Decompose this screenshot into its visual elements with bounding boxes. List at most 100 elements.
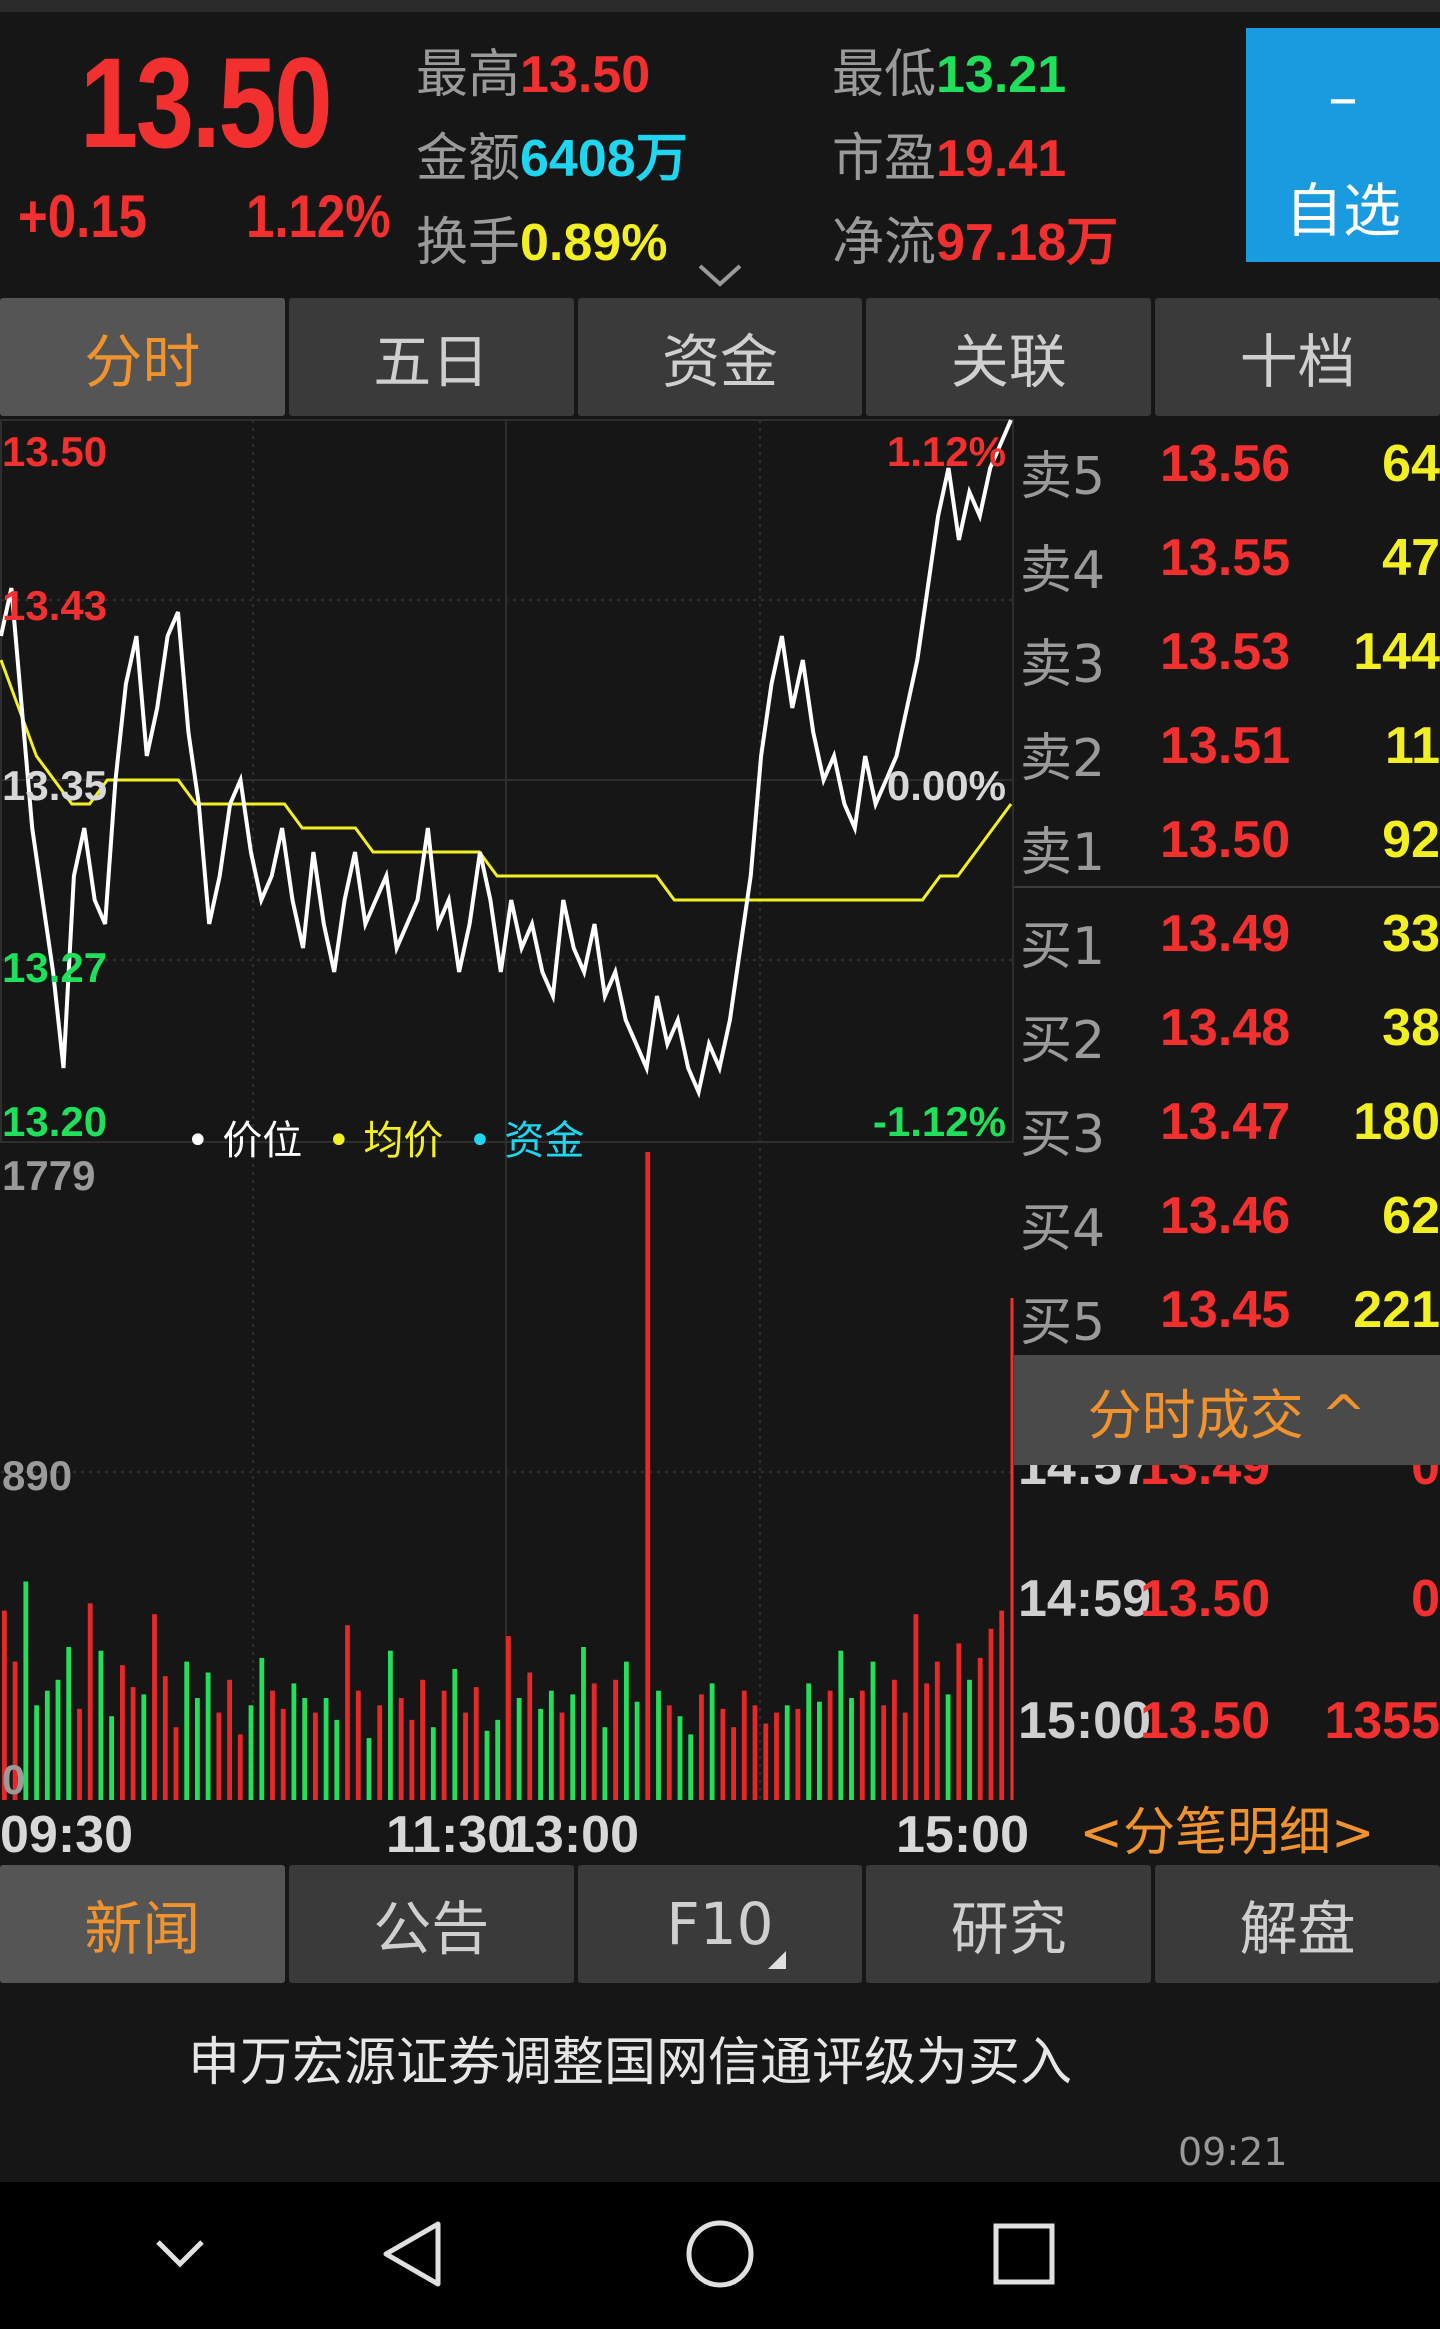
volume-bar: [945, 1694, 951, 1800]
chevron-down-icon[interactable]: [696, 262, 744, 288]
order-book-divider: [1014, 886, 1440, 888]
recents-icon[interactable]: [992, 2222, 1056, 2286]
news-headline[interactable]: 申万宏源证券调整国网信通评级为买入: [0, 2020, 1260, 2095]
quote-header: 13.50 +0.15 1.12% 最高13.50 最低13.21 金额6408…: [0, 0, 1440, 290]
stat-value: 13.50: [520, 46, 651, 104]
bid-row-1[interactable]: 买1 13.49 33: [1014, 890, 1440, 984]
ask-price: 13.55: [1160, 529, 1291, 587]
price-change: +0.15: [18, 183, 148, 250]
tab-f10[interactable]: F10: [577, 1865, 863, 1983]
tab-capital[interactable]: 资金: [577, 298, 863, 416]
home-icon[interactable]: [684, 2218, 756, 2290]
time-label-1500: 15:00: [896, 1806, 1029, 1864]
price-axis-top: 13.50: [2, 428, 108, 475]
legend-avg: 均价: [363, 1118, 444, 1164]
volume-bar: [302, 1698, 308, 1800]
volume-bar: [98, 1650, 104, 1800]
tab-analysis[interactable]: 解盘: [1155, 1865, 1440, 1983]
volume-bar: [902, 1712, 908, 1800]
tick-row: 15:00 13.50 1355: [1014, 1691, 1440, 1771]
volume-bar: [720, 1708, 726, 1800]
volume-bar: [55, 1679, 61, 1800]
ask-price: 13.53: [1160, 623, 1291, 681]
volume-bar: [420, 1679, 425, 1800]
news-tab-bar: 新闻 公告 F10 研究 解盘: [0, 1865, 1440, 1983]
ask-label: 卖1: [1020, 823, 1106, 883]
tab-related[interactable]: 关联: [866, 298, 1152, 416]
volume-bar: [838, 1650, 844, 1800]
volume-bar: [977, 1657, 983, 1800]
volume-bar: [591, 1683, 597, 1800]
bid-price: 13.48: [1160, 999, 1291, 1057]
tick-volume: 0: [1411, 1465, 1440, 1496]
tick-time: 15:00: [1018, 1692, 1151, 1750]
volume-bar: [817, 1701, 822, 1800]
ask-row-2[interactable]: 卖2 13.51 11: [1014, 702, 1440, 796]
ask-volume: 144: [1353, 623, 1440, 681]
volume-bar: [806, 1683, 812, 1800]
ask-price: 13.50: [1160, 811, 1291, 869]
volume-bar: [388, 1650, 393, 1800]
volume-bar: [345, 1625, 350, 1800]
bid-row-5[interactable]: 买5 13.45 221: [1014, 1266, 1440, 1360]
stat-value: 19.41: [936, 130, 1067, 188]
tab-news[interactable]: 新闻: [0, 1865, 285, 1983]
tab-five-day[interactable]: 五日: [288, 298, 574, 416]
tick-header-toggle[interactable]: 分时成交 ^: [1014, 1355, 1440, 1465]
ask-row-3[interactable]: 卖3 13.53 144: [1014, 608, 1440, 702]
corner-triangle-icon: [767, 1951, 786, 1969]
legend-capital: 资金: [504, 1118, 585, 1164]
ask-price: 13.51: [1160, 717, 1291, 775]
ask-row-5[interactable]: 卖5 13.56 64: [1014, 420, 1440, 514]
bid-price: 13.49: [1160, 905, 1291, 963]
bid-row-2[interactable]: 买2 13.48 38: [1014, 984, 1440, 1078]
tab-intraday[interactable]: 分时: [0, 298, 285, 416]
bid-row-3[interactable]: 买3 13.47 180: [1014, 1078, 1440, 1172]
volume-bar: [130, 1687, 136, 1800]
bid-volume: 180: [1353, 1093, 1440, 1151]
volume-bar: [688, 1734, 694, 1800]
volume-bar: [548, 1690, 554, 1800]
chevron-down-icon[interactable]: [152, 2232, 208, 2272]
volume-bar: [120, 1665, 125, 1800]
ask-row-1[interactable]: 卖1 13.50 92: [1014, 796, 1440, 890]
volume-bar: [313, 1712, 318, 1800]
stat-label: 净流: [832, 213, 937, 273]
stat-value: 6408万: [520, 130, 688, 188]
volume-bar: [559, 1712, 565, 1800]
legend-dot-price: •: [186, 1118, 223, 1164]
volume-bar: [237, 1734, 243, 1800]
volume-bar: [506, 1636, 511, 1800]
remove-watchlist-button[interactable]: – 自选: [1246, 28, 1440, 262]
legend-dot-avg: •: [327, 1118, 364, 1164]
ask-price: 13.56: [1160, 435, 1291, 493]
back-icon[interactable]: [380, 2218, 444, 2290]
price-axis-mid: 13.35: [2, 762, 108, 809]
tab-research[interactable]: 研究: [866, 1865, 1152, 1983]
volume-bar: [141, 1694, 147, 1800]
tab-f10-label: F10: [666, 1890, 774, 1958]
stat-label: 换手: [416, 213, 521, 273]
ask-row-4[interactable]: 卖4 13.55 47: [1014, 514, 1440, 608]
ask-volume: 11: [1385, 717, 1440, 775]
volume-bar: [656, 1690, 661, 1800]
tick-price: 13.49: [1140, 1465, 1271, 1496]
volume-bar: [602, 1727, 608, 1800]
last-price: 13.50: [79, 32, 333, 175]
volume-bar: [934, 1661, 940, 1800]
ask-label: 卖5: [1020, 447, 1106, 507]
volume-bar: [538, 1708, 543, 1800]
bid-row-4[interactable]: 买4 13.46 62: [1014, 1172, 1440, 1266]
volume-bar: [34, 1705, 39, 1800]
watchlist-label: 自选: [1284, 177, 1401, 245]
volume-bar: [248, 1705, 254, 1800]
bid-price: 13.47: [1160, 1093, 1291, 1151]
volume-bar: [495, 1719, 501, 1800]
tab-announcements[interactable]: 公告: [288, 1865, 574, 1983]
tick-time: 14:59: [1018, 1570, 1151, 1628]
tick-detail-link[interactable]: <分笔明细>: [1014, 1790, 1440, 1865]
system-nav-bar: [0, 2182, 1440, 2329]
tab-ten-level[interactable]: 十档: [1155, 298, 1440, 416]
volume-bar: [87, 1603, 93, 1800]
volume-bar: [827, 1690, 833, 1800]
